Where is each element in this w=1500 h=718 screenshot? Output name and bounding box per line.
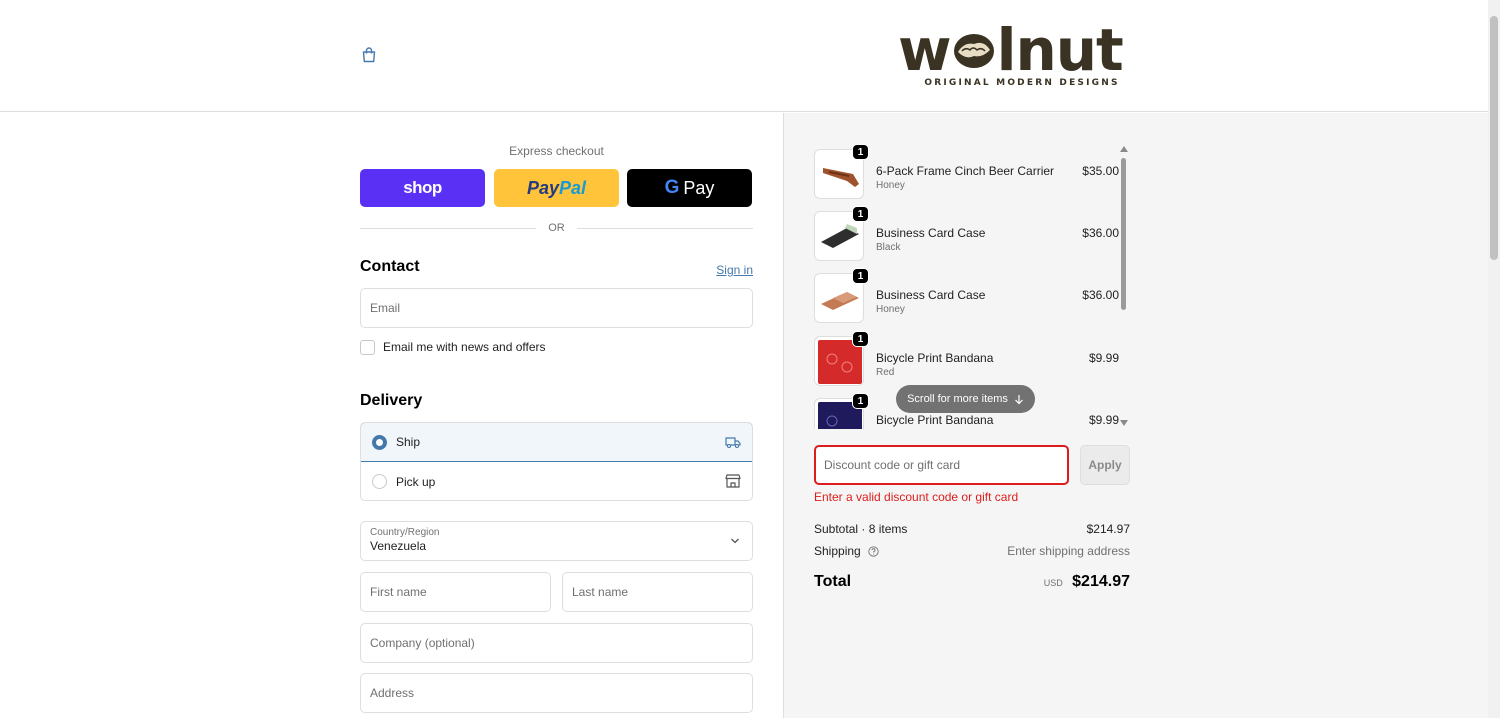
shipping-label: Shipping [814,544,861,558]
subtotal-row: Subtotal · 8 items $214.97 [814,522,1130,536]
item-name: Bicycle Print Bandana [876,351,994,365]
item-variant: Red [876,367,895,378]
scroll-down-arrow-icon[interactable] [1120,420,1128,426]
quantity-badge: 1 [852,144,869,160]
item-variant: Black [876,242,901,253]
item-variant: Honey [876,180,905,191]
scroll-hint-label: Scroll for more items [907,393,1008,405]
total-value: $214.97 [1072,573,1130,590]
newsletter-checkbox[interactable] [360,339,375,355]
total-row: Total USD $214.97 [814,573,1130,591]
shop-pay-label: shop [403,178,442,197]
logo-tagline: ORIGINAL MODERN DESIGNS [924,78,1120,88]
order-summary: 1 6-Pack Frame Cinch Beer Carrier Honey … [783,113,1488,718]
paypal-button[interactable]: Pay Pal [494,169,619,207]
shipping-value: Enter shipping address [1007,544,1130,558]
email-placeholder: Email [370,301,401,315]
quantity-badge: 1 [852,268,869,284]
apply-discount-button[interactable]: Apply [1080,445,1130,485]
pickup-radio[interactable] [372,474,387,489]
company-placeholder: Company (optional) [370,636,475,650]
item-name: Business Card Case [876,226,986,240]
pickup-label: Pick up [396,474,436,489]
checkout-form: Express checkout shop Pay Pal G Pay OR Co… [0,113,783,718]
sign-in-link[interactable]: Sign in [700,263,753,277]
ship-label: Ship [396,435,421,449]
item-price: $36.00 [1082,226,1119,240]
arrow-down-icon [1014,394,1023,404]
page-scrollbar-thumb[interactable] [1490,16,1498,260]
country-value: Venezuela [370,539,427,553]
shop-pay-button[interactable]: shop [360,169,485,207]
discount-code-input[interactable]: Discount code or gift card [814,445,1069,485]
item-price: $9.99 [1088,351,1119,365]
contact-heading: Contact [360,258,420,275]
store-icon [725,474,741,488]
first-name-placeholder: First name [370,585,427,599]
delivery-heading: Delivery [360,392,423,409]
shipping-row: Shipping Enter shipping address [814,544,1130,558]
scrollbar-thumb[interactable] [1121,158,1126,310]
list-item: 1 Bicycle Print Bandana Red $9.99 [814,331,1119,386]
quantity-badge: 1 [852,393,869,409]
country-label: Country/Region [370,527,440,538]
list-item: 1 6-Pack Frame Cinch Beer Carrier Honey … [814,144,1119,199]
item-price: $9.99 [1088,413,1119,427]
address-placeholder: Address [370,686,415,700]
item-price: $36.00 [1082,288,1119,302]
or-divider: OR [360,221,753,235]
subtotal-label: Subtotal · 8 items [814,522,908,536]
help-circle-icon[interactable] [868,546,879,557]
google-g-icon: G [664,177,680,198]
ship-radio[interactable] [372,434,387,450]
scroll-for-more-button[interactable]: Scroll for more items [896,385,1035,413]
first-name-field[interactable]: First name [360,572,551,612]
scroll-up-arrow-icon[interactable] [1120,146,1128,152]
newsletter-option[interactable]: Email me with news and offers [360,339,546,355]
currency-code: USD [1043,578,1063,588]
walnut-icon [953,34,994,68]
chevron-down-icon [731,538,739,544]
truck-icon [725,437,741,449]
quantity-badge: 1 [852,206,869,222]
paypal-label-pal: Pal [559,177,587,198]
item-price: $35.00 [1082,164,1119,178]
google-pay-button[interactable]: G Pay [627,169,752,207]
delivery-option-ship[interactable]: Ship [361,423,752,462]
page-scrollbar[interactable] [1488,0,1500,718]
list-item: 1 Business Card Case Black $36.00 [814,206,1119,261]
logo-wordmark: w lnut [898,16,1124,84]
delivery-method-group: Ship Pick up [360,422,753,501]
item-variant: Honey [876,304,905,315]
item-name: Bicycle Print Bandana [876,413,994,427]
total-label: Total [814,573,852,590]
paypal-label-pay: Pay [526,177,559,198]
checkout-header: w lnut ORIGINAL MODERN DESIGNS [0,0,1488,112]
last-name-field[interactable]: Last name [562,572,753,612]
subtotal-value: $214.97 [1086,522,1130,536]
country-select[interactable]: Country/Region Venezuela [360,521,753,561]
item-name: Business Card Case [876,288,986,302]
express-checkout-title: Express checkout [509,144,604,158]
quantity-badge: 1 [852,331,869,347]
discount-error-message: Enter a valid discount code or gift card [814,490,1019,504]
newsletter-label: Email me with news and offers [383,340,546,354]
company-field[interactable]: Company (optional) [360,623,753,663]
delivery-option-pickup[interactable]: Pick up [361,462,752,500]
google-pay-label: Pay [683,177,715,198]
last-name-placeholder: Last name [572,585,629,599]
email-field[interactable]: Email [360,288,753,328]
shopping-bag-icon[interactable] [360,46,378,64]
or-label: OR [548,222,565,234]
list-item: 1 Business Card Case Honey $36.00 [814,268,1119,323]
item-name: 6-Pack Frame Cinch Beer Carrier [876,164,1055,178]
discount-placeholder: Discount code or gift card [824,458,961,472]
store-logo[interactable]: w lnut ORIGINAL MODERN DESIGNS [898,20,1124,92]
cart-scrollbar[interactable] [1119,144,1129,429]
address-field[interactable]: Address [360,673,753,713]
